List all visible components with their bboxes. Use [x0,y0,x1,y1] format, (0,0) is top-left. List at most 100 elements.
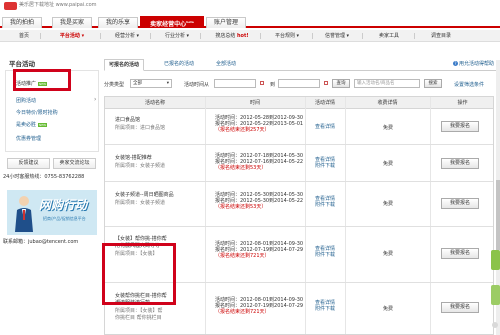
nav-platform-rules[interactable]: 平台规则 ▾ [268,30,306,42]
table-row: 女装馆-搭配推荐 所属项目：女装子频道 活动时间：2012-07-18到2014… [105,145,493,182]
nav-business-analysis[interactable]: 经营分析 ▾ [108,30,146,42]
activity-project: 所属项目：进口食品馆 [115,125,166,131]
activity-time-cell: 活动时间：2012-05-30到2014-05-30 报名时间：2012-05-… [215,192,325,210]
download-attachment-link[interactable]: 附件下载 [310,252,340,258]
contact-email: 联系邮箱：jubao@tencent.com [3,239,79,245]
activity-time-cell: 活动时间：2012-07-18到2014-05-30 报名时间：2012-07-… [215,153,325,171]
activity-name-cell: 女装馆-搭配推荐 所属项目：女装子频道 [115,155,185,170]
top-tabs: 我的拍拍 我是买家 我的乐享 卖家经营中心beta 账户管理 [0,14,500,28]
tab-all-activities[interactable]: 全部活动 [212,59,240,71]
sidebar-title: 平台活动 [9,60,35,68]
view-details-link[interactable]: 查看详情 [310,124,340,130]
type-select[interactable]: 全部 ▾ [130,79,172,88]
detail-links: 查看详情 附件下载 [310,157,340,169]
fee-value: 免费 [382,201,393,207]
set-filter-link[interactable]: 设置筛选条件 [454,81,484,88]
end-date-input[interactable] [278,79,320,88]
signup-button[interactable]: 我要报名 [441,248,479,259]
tab-my-lexiang[interactable]: 我的乐享 [98,17,138,28]
activity-time-cell: 活动时间：2012-08-01到2014-09-30 报名时间：2012-07-… [215,241,325,259]
activity-name[interactable]: 女装子频道--周日晒图商品 [115,192,185,199]
nav-industry-analysis[interactable]: 行业分析 ▾ [158,30,196,42]
table-row: 进口食品馆 所属项目：进口食品馆 活动时间：2012-05-28到2012-09… [105,109,493,145]
type-select-value: 全部 [133,81,142,86]
remaining-days: （报名结束还剩257天） [215,127,270,133]
signup-button[interactable]: 我要报名 [441,198,479,209]
activity-project: 所属项目：女装子频道 [115,200,166,206]
remaining-days: （报名结束还剩53天） [215,165,267,171]
sidebar-item-coupons[interactable]: 优惠券管理 [16,135,41,142]
help-link[interactable]: ? 用允活动得帮助 [452,60,494,67]
start-date-input[interactable] [214,79,256,88]
nav-shop-summary-label: 搜店总结 [215,33,237,39]
hotline-text: 24小时客服热线：0755-83762288 [3,174,85,180]
fee-value: 免费 [382,306,393,312]
activity-project: 所属项目：【女装】帮 [115,308,163,314]
query-button[interactable]: 查询 [332,79,350,88]
activity-name[interactable]: 进口食品馆 [115,117,185,124]
search-input[interactable]: 输入活动名/商品名 [354,79,420,88]
calendar-icon[interactable] [324,81,328,85]
sidebar-item-daily-deals[interactable]: 今日特价/限时抢购 [16,109,58,116]
new-badge: NEW [38,122,48,127]
calendar-icon[interactable] [260,81,264,85]
sidebar-item-must-win[interactable]: 是卖必胜 NEW [16,121,48,128]
logo-mark [4,2,17,10]
col-header-time: 时间 [205,97,305,109]
nav-survey[interactable]: 调查目录 [422,30,460,42]
signup-button[interactable]: 我要报名 [441,302,479,313]
nav-platform-activity[interactable]: 平台活动 ▾ [52,30,92,42]
download-attachment-link[interactable]: 附件下载 [310,202,340,208]
logo-text: 美乐居下载地址 www.paipai.com [19,2,97,8]
tab-seller-center-label: 卖家经营中心 [150,21,187,28]
nav-seller-tools[interactable]: 卖家工具 [370,30,408,42]
col-header-name: 活动名称 [105,97,205,109]
activity-time-cell: 活动时间：2012-05-28到2012-09-30 报名时间：2012-05-… [215,115,325,133]
activity-name-cell: 进口食品馆 所属项目：进口食品馆 [115,117,185,132]
hot-badge: hot! [236,33,249,39]
detail-links: 查看详情 附件下载 [310,196,340,208]
feedback-button[interactable]: 反馈建议 [7,158,50,169]
filter-bar: 分类类型 全部 ▾ 活动时间从 到 查询 输入活动名/商品名 搜索 设置筛选条件 [104,78,500,90]
col-header-detail: 活动详情 [305,97,345,109]
signup-button[interactable]: 我要报名 [441,158,479,169]
tab-registered-activities[interactable]: 已报名的活动 [160,59,198,71]
seller-forum-button[interactable]: 卖家交流论坛 [53,158,96,169]
activity-project: 所属项目：女装子频道 [115,163,166,169]
sidebar-item-group-buy[interactable]: 团购活动 [16,97,36,104]
promo-subtitle: 招商/产品/促销信息平台 [43,216,86,221]
nav-home[interactable]: 首页 [12,30,36,42]
tab-seller-center[interactable]: 卖家经营中心beta [140,16,204,28]
search-button[interactable]: 搜索 [424,79,442,88]
highlight-box [102,243,176,305]
chevron-down-icon: ▾ [166,81,169,86]
remaining-days: （报名结束还剩53天） [215,204,267,210]
person-illustration [15,196,33,232]
site-logo[interactable]: 美乐居下载地址 www.paipai.com [4,0,97,12]
tab-available-activities[interactable]: 可报名的活动 [104,59,145,71]
fee-value: 免费 [382,251,393,257]
download-attachment-link[interactable]: 附件下载 [310,163,340,169]
activity-name-cell: 女装子频道--周日晒图商品 所属项目：女装子频道 [115,192,185,207]
table-row: 女装子频道--周日晒图商品 所属项目：女装子频道 活动时间：2012-05-30… [105,182,493,227]
detail-links: 查看详情 附件下载 [310,300,340,312]
tab-account[interactable]: 账户管理 [206,17,246,28]
type-label: 分类类型 [104,82,125,88]
activity-tabs: 可报名的活动 已报名的活动 全部活动 ? 用允活动得帮助 [104,59,500,71]
floating-service-icon[interactable] [489,230,500,335]
tab-buyer[interactable]: 我是买家 [52,17,92,28]
highlight-box [13,69,71,91]
download-attachment-link[interactable]: 附件下载 [310,306,340,312]
activity-name[interactable]: 女装馆-搭配推荐 [115,155,185,162]
promo-banner[interactable]: 网购行动 招商/产品/促销信息平台 [7,190,97,235]
help-icon: ? [452,61,458,66]
nav-credit-management[interactable]: 信誉管理 ▾ [318,30,356,42]
main-nav: 首页 平台活动 ▾ 经营分析 ▾ 行业分析 ▾ 搜店总结 hot! 平台规则 ▾… [0,30,500,42]
signup-button[interactable]: 我要报名 [441,121,479,132]
remaining-days: （报名结束还剩721天） [215,253,270,259]
nav-shop-summary[interactable]: 搜店总结 hot! [210,30,254,42]
col-header-action: 操作 [430,97,493,109]
beta-badge: beta [186,20,194,24]
tab-my-paipai[interactable]: 我的拍拍 [2,17,42,28]
chevron-right-icon: › [94,96,97,103]
